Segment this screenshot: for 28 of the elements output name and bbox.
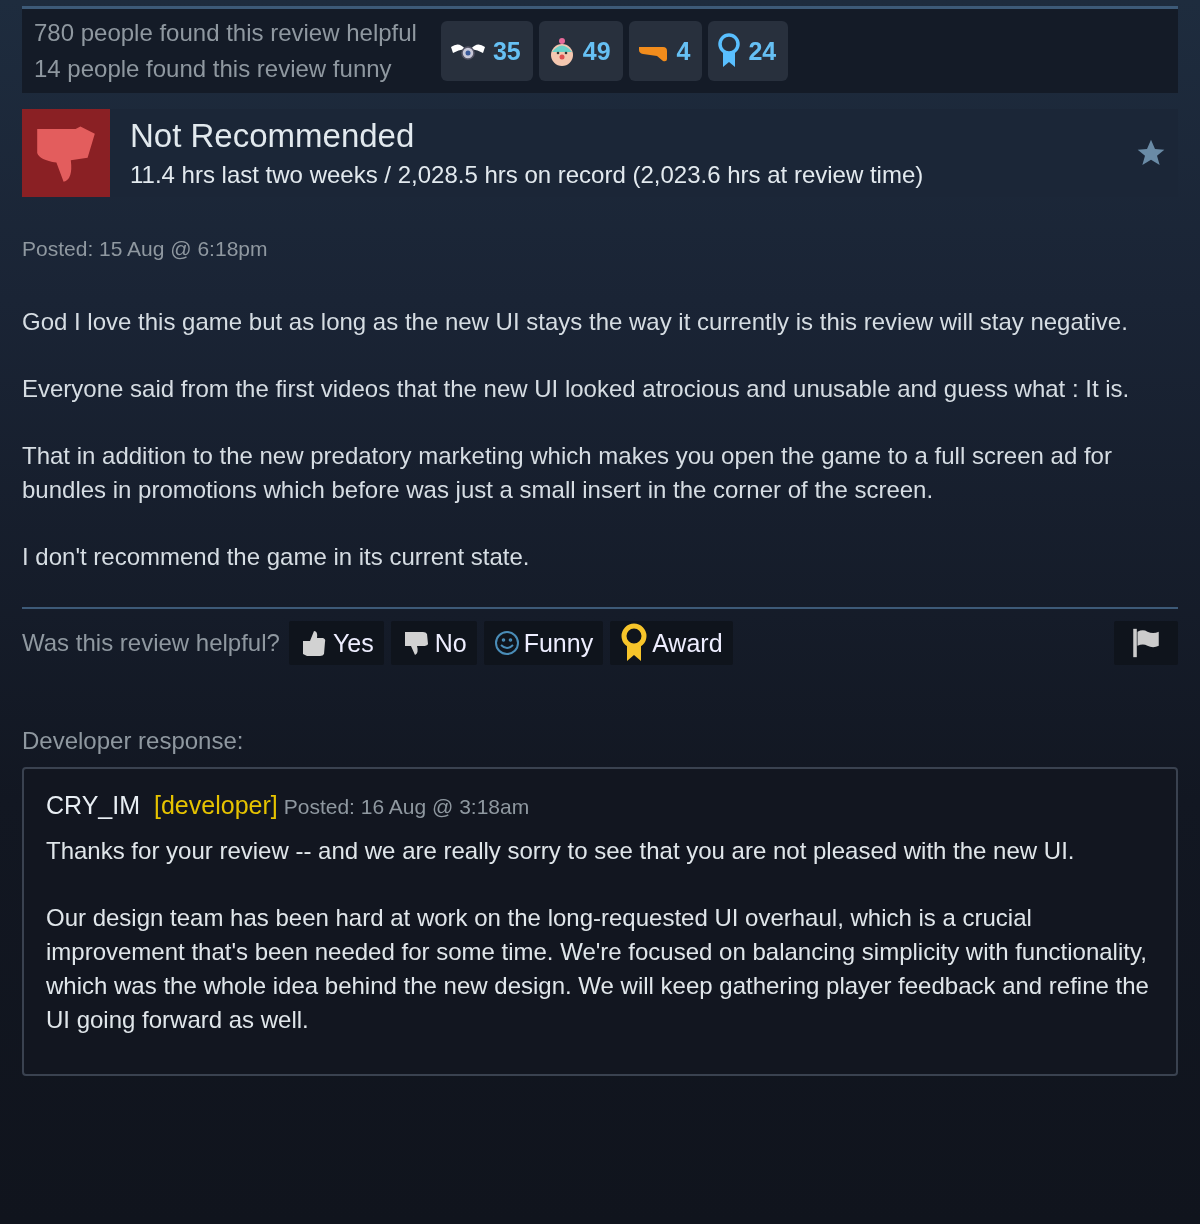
smiley-icon <box>493 630 520 656</box>
developer-response-heading: Developer response: <box>22 727 245 755</box>
author-name: CRY_IM <box>46 791 140 820</box>
award-badge[interactable]: 4 <box>628 21 703 81</box>
funny-vote-button[interactable]: Funny <box>483 621 604 665</box>
yes-vote-button[interactable]: Yes <box>288 621 384 665</box>
helpful-question: Was this review helpful? <box>22 629 280 657</box>
response-paragraph: Thanks for your review -- and we are really sorry to see that you are not pleased with the new UI. <box>46 836 1076 866</box>
response-paragraph: Our design team has been hard at work on the long-requested UI overhaul, which is a crucial improvement that's been needed for some time. We're focused on balancing simplicity with functionality, which was the whole idea behind the new design. We will keep gathering player feedback and refine the UI going forward as well. <box>46 903 1150 1035</box>
review-paragraph: I don't recommend the game in its current state. <box>22 542 531 572</box>
award-badge[interactable]: 35 <box>440 21 533 81</box>
review-paragraph: Everyone said from the first videos that the new UI looked atrocious and unusable and guess what : It is. <box>22 374 1131 404</box>
developer-tag: [developer] <box>154 791 278 820</box>
response-date: Posted: 16 Aug @ 3:18am <box>283 795 530 819</box>
review-paragraph: God I love this game but as long as the new UI stays the way it currently is this review will stay negative. <box>22 307 1129 337</box>
ribbon-icon <box>716 32 743 70</box>
report-button[interactable] <box>1114 621 1178 665</box>
posted-date: Posted: 15 Aug @ 6:18pm <box>22 237 269 261</box>
award-badge[interactable]: 24 <box>708 21 789 81</box>
review-paragraph: That in addition to the new predatory marketing which makes you open the game to a full screen ad for bundles in promotions which before was just a small insert in the corner of the screen. <box>22 441 1113 505</box>
helpful-count-text: 780 people found this review helpful <box>34 19 417 47</box>
playtime-text: 11.4 hrs last two weeks / 2,028.5 hrs on record (2,023.6 hrs at review time) <box>130 161 925 189</box>
no-vote-button[interactable]: No <box>390 621 477 665</box>
funny-count-text: 14 people found this review funny <box>34 55 393 83</box>
award-vote-button[interactable]: Award <box>610 621 733 665</box>
award-badge[interactable]: 49 <box>538 21 623 81</box>
verdict-title: Not Recommended <box>130 117 416 155</box>
award-ribbon-icon <box>620 623 649 663</box>
